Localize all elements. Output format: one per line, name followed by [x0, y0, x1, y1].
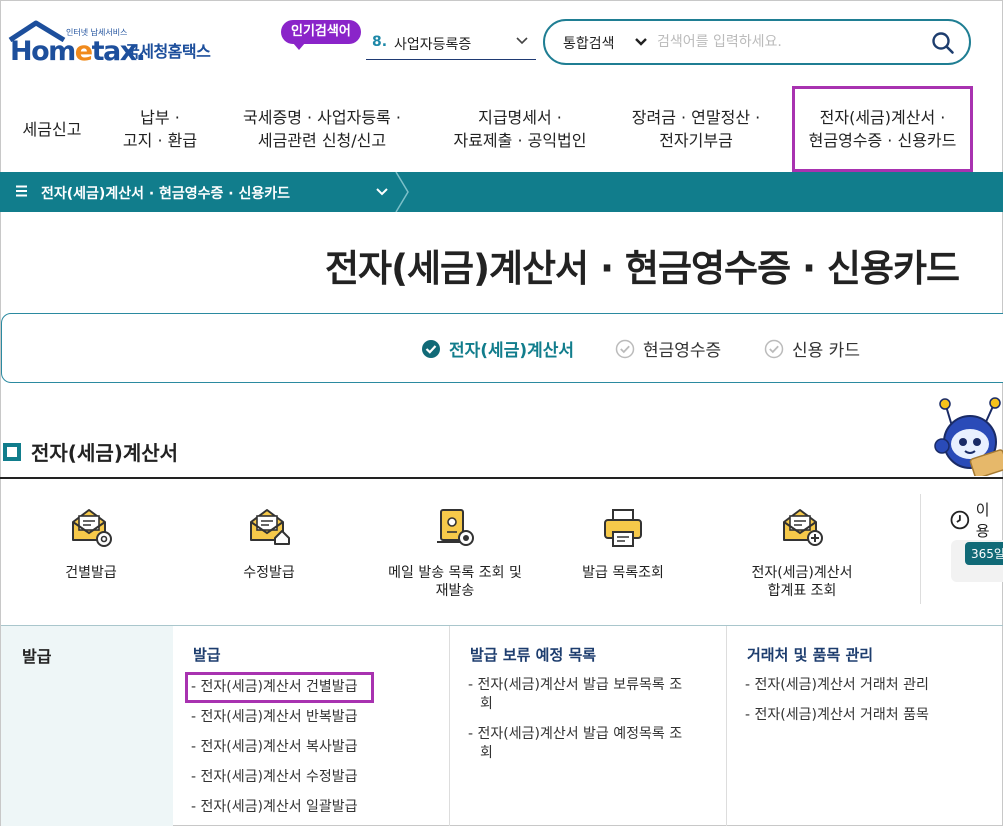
tab-label: 신용 카드	[792, 341, 860, 361]
envelope-gear-icon	[72, 509, 112, 547]
menu-item-hold-list[interactable]: - 전자(세금)계산서 발급 보류목록 조회	[468, 676, 690, 714]
menu-list: - 전자(세금)계산서 거래처 관리 - 전자(세금)계산서 거래처 품목	[745, 676, 985, 736]
menu-item-partner-manage[interactable]: - 전자(세금)계산서 거래처 관리	[745, 676, 985, 695]
envelope-plus-icon	[783, 509, 823, 546]
section-divider	[0, 477, 1003, 479]
nav-certificates[interactable]: 국세증명 · 사업자등록 · 세금관련 신청/신고	[226, 86, 418, 172]
quick-label: 발급 목록조회	[582, 565, 664, 581]
popular-search-badge: 인기검색어	[281, 20, 361, 50]
envelope-home-icon	[250, 509, 290, 545]
menu-col-pending: 발급 보류 예정 목록 - 전자(세금)계산서 발급 보류목록 조회 - 전자(…	[449, 626, 726, 826]
menu-item-repeat-issue[interactable]: - 전자(세금)계산서 반복발급	[191, 708, 431, 727]
category-tabs: 전자(세금)계산서 현금영수증 신용 카드	[1, 313, 1003, 383]
check-circle-icon	[764, 339, 784, 358]
quick-summary-view[interactable]: 전자(세금)계산서 합계표 조회	[732, 506, 872, 600]
popular-rank: 8.	[372, 34, 388, 50]
section-square-icon	[3, 442, 21, 461]
menu-col-head: 발급 보류 예정 목록	[470, 646, 597, 664]
section-title-text: 전자(세금)계산서	[31, 441, 179, 465]
menu-item-batch-issue[interactable]: - 전자(세금)계산서 일괄발급	[191, 798, 431, 817]
chevron-down-icon	[516, 37, 528, 45]
nav-e-invoice[interactable]: 전자(세금)계산서 · 현금영수증 · 신용카드	[792, 86, 973, 172]
menu-icon[interactable]	[16, 185, 28, 197]
menu-col-head: 거래처 및 품목 관리	[747, 646, 874, 664]
nav-incentives[interactable]: 장려금 · 연말정산 · 전자기부금	[618, 86, 774, 172]
nav-statements[interactable]: 지급명세서 · 자료제출 · 공익법인	[432, 86, 608, 172]
mascot-character-icon	[934, 397, 1003, 476]
scroll-stamp-icon	[437, 509, 474, 546]
breadcrumb-separator	[395, 172, 409, 212]
usage-label: 이용	[975, 501, 990, 540]
menu-item-single-issue[interactable]: - 전자(세금)계산서 건별발급	[185, 672, 374, 703]
tab-label: 현금영수증	[643, 341, 722, 361]
menu-side-caption-box: 발급	[1, 626, 173, 826]
usage-badge: 365일	[965, 542, 1003, 565]
popular-term: 사업자등록증	[394, 37, 472, 53]
tab-label: 전자(세금)계산서	[449, 341, 575, 361]
quick-label: 전자(세금)계산서 합계표 조회	[751, 565, 853, 599]
logo-korean-name: 국세청홈택스	[125, 42, 211, 61]
quick-label: 수정발급	[243, 565, 295, 581]
usage-badge-box: 365일	[951, 540, 1003, 582]
tab-credit-card[interactable]: 신용 카드	[764, 336, 860, 361]
issue-menu-panel: 발급 발급 - 전자(세금)계산서 건별발급 - 전자(세금)계산서 반복발급 …	[1, 625, 1003, 826]
breadcrumb-label[interactable]: 전자(세금)계산서 · 현금영수증 · 신용카드	[41, 183, 290, 203]
search-box: 통합검색	[543, 19, 971, 65]
search-icon[interactable]	[931, 31, 955, 55]
quick-single-issue[interactable]: 건별발급	[21, 506, 161, 582]
check-circle-icon	[615, 339, 635, 358]
tab-cash-receipt[interactable]: 현금영수증	[615, 336, 721, 361]
menu-list: - 전자(세금)계산서 발급 보류목록 조회 - 전자(세금)계산서 발급 예정…	[468, 676, 690, 774]
tab-e-invoice[interactable]: 전자(세금)계산서	[421, 336, 574, 361]
quick-issue-list[interactable]: 발급 목록조회	[553, 506, 693, 582]
chevron-down-icon[interactable]	[634, 34, 648, 48]
menu-list: - 전자(세금)계산서 건별발급 - 전자(세금)계산서 반복발급 - 전자(세…	[185, 672, 431, 826]
hometax-logo[interactable]: 인터넷 납세서비스 Hometax. 국세청홈택스	[6, 18, 221, 70]
nav-payment[interactable]: 납부 · 고지 · 환급	[108, 86, 212, 172]
section-title: 전자(세금)계산서	[3, 437, 178, 466]
main-nav: 세금신고 납부 · 고지 · 환급 국세증명 · 사업자등록 · 세금관련 신청…	[0, 86, 1003, 172]
nav-tax-report[interactable]: 세금신고	[10, 86, 94, 172]
quick-label: 메일 발송 목록 조회 및 재발송	[388, 565, 522, 599]
usage-hours: 이용	[950, 499, 1003, 541]
menu-col-head: 발급	[193, 646, 221, 664]
chevron-down-icon[interactable]	[376, 187, 388, 197]
page-title: 전자(세금)계산서 · 현금영수증 · 신용카드	[325, 247, 960, 290]
check-circle-icon	[422, 339, 440, 358]
menu-side-caption: 발급	[22, 647, 52, 666]
quick-divider	[920, 494, 921, 604]
menu-item-scheduled-list[interactable]: - 전자(세금)계산서 발급 예정목록 조회	[468, 725, 690, 763]
printer-icon	[604, 509, 642, 547]
search-input[interactable]	[657, 30, 927, 54]
search-category-select[interactable]: 통합검색	[563, 33, 615, 53]
breadcrumb: 전자(세금)계산서 · 현금영수증 · 신용카드	[0, 172, 1003, 212]
quick-modified-issue[interactable]: 수정발급	[199, 506, 339, 582]
quick-label: 건별발급	[65, 565, 117, 581]
menu-item-partner-items[interactable]: - 전자(세금)계산서 거래처 품목	[745, 706, 985, 725]
popular-search-dropdown[interactable]: 8. 사업자등록증	[366, 28, 536, 60]
quick-mail-resend[interactable]: 메일 발송 목록 조회 및 재발송	[370, 506, 540, 600]
clock-icon	[950, 510, 970, 530]
menu-item-modify-issue[interactable]: - 전자(세금)계산서 수정발급	[191, 768, 431, 787]
menu-item-copy-issue[interactable]: - 전자(세금)계산서 복사발급	[191, 738, 431, 757]
menu-col-issue: 발급 - 전자(세금)계산서 건별발급 - 전자(세금)계산서 반복발급 - 전…	[173, 626, 449, 826]
menu-col-partners: 거래처 및 품목 관리 - 전자(세금)계산서 거래처 관리 - 전자(세금)계…	[726, 626, 1003, 826]
